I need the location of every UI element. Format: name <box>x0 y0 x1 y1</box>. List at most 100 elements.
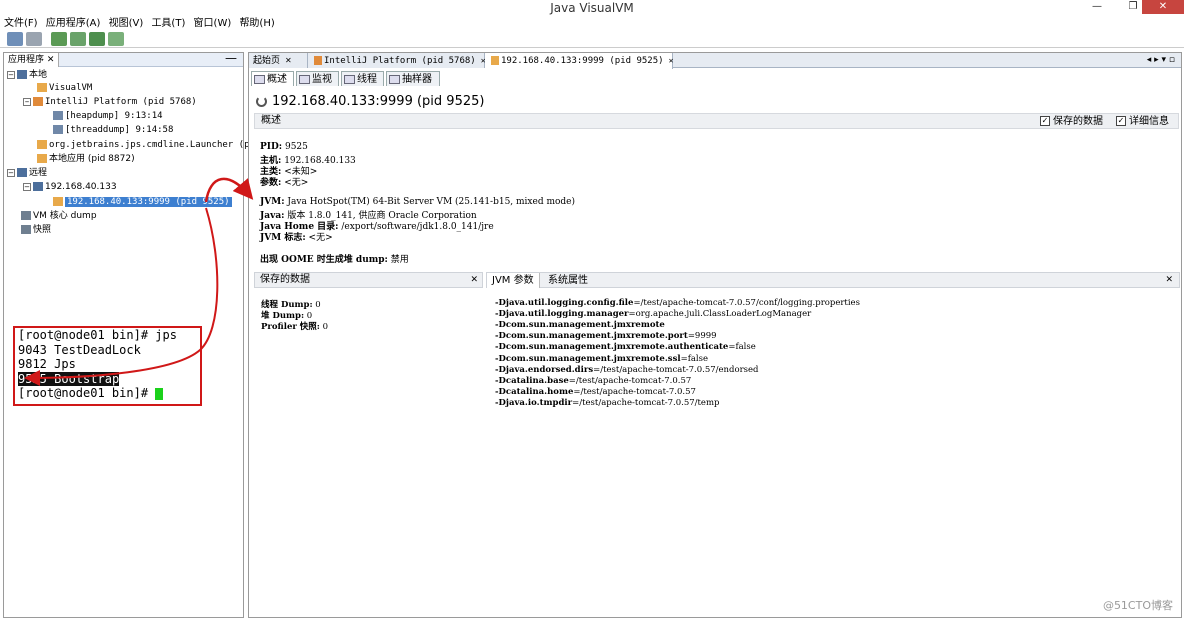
jvm-arg-row: -Dcom.sun.management.jmxremote.authentic… <box>495 342 756 352</box>
close-icon[interactable]: ✕ <box>1165 273 1173 288</box>
tab-navigation-controls[interactable]: ◂ ▸ ▾ ▫ <box>1147 53 1175 68</box>
tree-item-vm-coredump[interactable]: VM 核心 dump <box>19 210 97 223</box>
jvm-arg-key: -Dcom.sun.management.jmxremote.port <box>495 331 688 342</box>
menu-file[interactable]: 文件(F) <box>4 16 38 31</box>
jvm-arg-row: -Djava.util.logging.config.file=/test/ap… <box>495 298 860 308</box>
jvm-flags-label: JVM 标志: <box>260 233 306 243</box>
tab-jvm-args[interactable]: JVM 参数 <box>487 273 540 288</box>
overview-header: 概述 ✓ 保存的数据 ✓ 详细信息 <box>254 113 1179 129</box>
close-icon[interactable]: ✕ <box>669 56 674 65</box>
tree-item-label: 本地 <box>29 70 48 80</box>
checkbox-saved-data[interactable]: ✓ 保存的数据 <box>1040 115 1103 129</box>
oome-label: 出现 OOME 时生成堆 dump: <box>260 255 388 265</box>
tree-item-label: [threaddump] 9:14:58 <box>65 125 174 135</box>
tab-intellij[interactable]: IntelliJ Platform (pid 5768) ✕ <box>308 53 486 68</box>
tree-item-local-app[interactable]: 本地应用 (pid 8872) <box>35 153 135 166</box>
tree-item-remote[interactable]: − 远程 <box>7 167 47 180</box>
jvm-flags-row: JVM 标志: <无> <box>260 230 333 243</box>
window-title: Java VisualVM <box>550 1 634 15</box>
pid-row: PID: 9525 <box>260 142 308 152</box>
java-app-icon <box>491 56 499 65</box>
menu-view[interactable]: 视图(V) <box>109 16 144 31</box>
tab-remote-jvm[interactable]: 192.168.40.133:9999 (pid 9525) ✕ <box>485 53 673 69</box>
jvm-arg-value: =/test/apache-tomcat-7.0.57/endorsed <box>593 364 759 375</box>
jvm-arg-key: -Dcom.sun.management.jmxremote.authentic… <box>495 342 729 353</box>
menu-window[interactable]: 窗口(W) <box>194 16 232 31</box>
java-app-icon <box>314 56 322 65</box>
tree-item-visualvm[interactable]: VisualVM <box>35 82 92 95</box>
tree-item-remote-jvm[interactable]: 192.168.40.133:9999 (pid 9525) <box>51 196 232 209</box>
tree-item-remote-host[interactable]: − 192.168.40.133 <box>23 181 117 194</box>
snapshot-icon[interactable] <box>108 32 124 46</box>
tab-system-properties[interactable]: 系统属性 <box>543 273 593 288</box>
overview-header-label: 概述 <box>261 115 281 126</box>
saved-row-value: 0 <box>322 322 329 332</box>
minimize-button[interactable]: — <box>1084 0 1110 14</box>
tree-item-label: 本地应用 (pid 8872) <box>49 154 135 164</box>
collapse-icon[interactable]: − <box>23 182 31 191</box>
tree-item-local[interactable]: − 本地 <box>7 69 47 82</box>
watermark: @51CTO博客 <box>1102 599 1173 612</box>
menu-help[interactable]: 帮助(H) <box>239 16 274 31</box>
tree-item-label: 快照 <box>33 225 52 235</box>
menu-application[interactable]: 应用程序(A) <box>46 16 101 31</box>
tab-label: 抽样器 <box>402 74 432 85</box>
coredump-icon <box>21 211 31 220</box>
jvm-arg-row: -Dcatalina.base=/test/apache-tomcat-7.0.… <box>495 376 691 386</box>
jvm-arg-value: =/test/apache-tomcat-7.0.57 <box>573 386 696 397</box>
jvm-arg-key: -Djava.io.tmpdir <box>495 397 573 408</box>
sampler-icon <box>389 74 400 84</box>
terminal-process-name: Bootstrap <box>54 371 120 386</box>
close-icon[interactable]: ✕ <box>470 273 478 287</box>
document-panel: 起始页 ✕ IntelliJ Platform (pid 5768) ✕ 192.1… <box>248 52 1182 618</box>
tree-item-heapdump[interactable]: [heapdump] 9:13:14 <box>51 110 163 123</box>
jvm-arg-key: -Djava.endorsed.dirs <box>495 364 594 375</box>
tree-item-threaddump[interactable]: [threaddump] 9:14:58 <box>51 124 173 137</box>
args-value: <无> <box>284 178 309 188</box>
saved-data-title: 保存的数据 <box>260 274 310 285</box>
jvm-arg-key: -Djava.util.logging.manager <box>495 309 629 320</box>
tree-item-label: VisualVM <box>49 83 93 93</box>
add-remote-host-icon[interactable] <box>70 32 86 46</box>
checkbox-icon[interactable]: ✓ <box>1116 116 1126 126</box>
close-icon[interactable]: ✕ <box>285 56 292 65</box>
collapse-icon[interactable]: − <box>7 70 15 79</box>
terminal-line: 9043 TestDeadLock <box>18 342 141 357</box>
jvm-arg-row: -Djava.io.tmpdir=/test/apache-tomcat-7.0… <box>495 398 719 408</box>
save-icon[interactable] <box>26 32 42 46</box>
checkbox-details[interactable]: ✓ 详细信息 <box>1116 115 1169 129</box>
tab-label: IntelliJ Platform (pid 5768) <box>324 56 476 66</box>
heapdump-icon <box>53 111 63 120</box>
tree-item-jps-launcher[interactable]: org.jetbrains.jps.cmdline.Launcher (pid <box>35 139 260 152</box>
tab-applications-label: 应用程序 <box>8 55 45 65</box>
jvm-value: Java HotSpot(TM) 64-Bit Server VM (25.14… <box>287 197 576 207</box>
collapse-icon[interactable]: − <box>23 97 31 106</box>
terminal-line: [root@node01 bin]# jps <box>18 328 177 342</box>
tree-item-intellij[interactable]: − IntelliJ Platform (pid 5768) <box>23 96 197 109</box>
add-jmx-connection-icon[interactable] <box>51 32 67 46</box>
menu-tools[interactable]: 工具(T) <box>151 16 185 31</box>
jvm-arg-value: =9999 <box>687 331 717 342</box>
overview-icon <box>254 74 265 84</box>
terminal-prompt: [root@node01 bin]# <box>18 386 156 400</box>
tab-applications[interactable]: 应用程序 ✕ <box>4 53 60 67</box>
tab-threads[interactable]: 线程 <box>341 71 384 86</box>
tab-label: 监视 <box>312 74 332 85</box>
tab-monitor[interactable]: 监视 <box>296 71 339 86</box>
tab-label: 线程 <box>357 74 377 85</box>
terminal-line-highlight: 9525 Bootstrap <box>18 371 200 387</box>
tab-overview[interactable]: 概述 <box>251 71 294 86</box>
jvm-row: JVM: Java HotSpot(TM) 64-Bit Server VM (… <box>260 197 575 207</box>
checkbox-icon[interactable]: ✓ <box>1040 116 1050 126</box>
snapshot-icon <box>21 225 31 234</box>
tab-sampler[interactable]: 抽样器 <box>386 71 440 86</box>
collapse-icon[interactable]: − <box>7 168 15 177</box>
tree-item-snapshots[interactable]: 快照 <box>19 224 51 237</box>
minimize-panel-icon[interactable]: — <box>225 51 237 65</box>
close-button[interactable]: ✕ <box>1142 0 1184 14</box>
load-snapshot-icon[interactable] <box>7 32 23 46</box>
tab-start-page[interactable]: 起始页 ✕ <box>249 53 308 68</box>
add-vm-coredump-icon[interactable] <box>89 32 105 46</box>
applications-panel-header: 应用程序 ✕ — <box>4 51 243 67</box>
close-icon[interactable]: ✕ <box>47 55 55 65</box>
